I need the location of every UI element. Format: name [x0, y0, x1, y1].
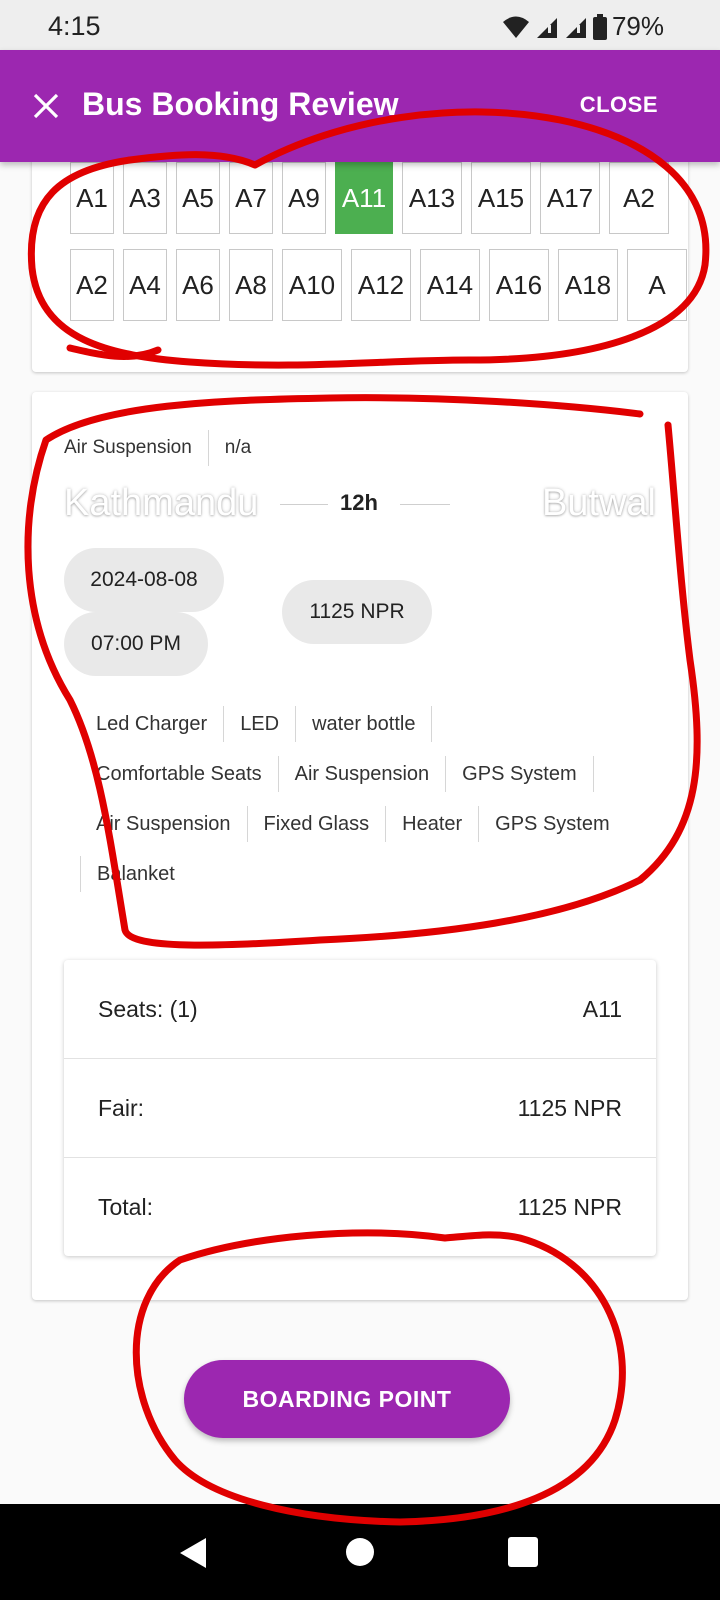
fare-value: 1125 NPR	[517, 1094, 622, 1121]
seat-button[interactable]: A17	[540, 162, 600, 234]
origin-city: Kathmandu	[64, 482, 259, 524]
seat-button[interactable]: A3	[123, 162, 167, 234]
system-nav-bar	[0, 1504, 720, 1600]
amenity-row: Comfortable Seats Air Suspension GPS Sys…	[80, 754, 594, 794]
boarding-point-button[interactable]: BOARDING POINT	[184, 1360, 510, 1438]
seat-button[interactable]: A6	[176, 249, 220, 321]
battery-percent: 79%	[611, 11, 664, 41]
amenity-row: Balanket	[80, 856, 191, 892]
route-line	[280, 504, 328, 505]
total-label: Total:	[98, 1193, 153, 1220]
close-button[interactable]: CLOSE	[580, 92, 658, 118]
seat-button[interactable]: A12	[351, 249, 411, 321]
amenity-row: Led Charger LED water bottle	[80, 704, 433, 744]
seat-button[interactable]: A7	[229, 162, 273, 234]
signal-icon	[536, 17, 557, 38]
seats-label: Seats: (1)	[98, 995, 198, 1022]
seat-button[interactable]: A2	[609, 162, 669, 234]
date-chip: 2024-08-08	[64, 548, 224, 612]
seat-button[interactable]: A4	[123, 249, 167, 321]
seat-button[interactable]: A	[627, 249, 687, 321]
amenity-row: Air Suspension Fixed Glass Heater GPS Sy…	[80, 804, 626, 844]
seat-button[interactable]: A2	[70, 249, 114, 321]
seat-grid: A1 A3 A5 A7 A9 A11 A13 A15 A17 A2 A2 A4 …	[70, 162, 687, 342]
signal-icon	[565, 17, 586, 38]
price-chip: 1125 NPR	[282, 580, 432, 644]
seat-button[interactable]: A18	[558, 249, 618, 321]
amenity-tag: GPS System	[495, 812, 610, 835]
amenity-tag: Fixed Glass	[248, 806, 387, 842]
amenity-tag: Comfortable Seats	[80, 756, 279, 792]
amenity-tag: Air Suspension	[279, 756, 447, 792]
seat-button[interactable]: A16	[489, 249, 549, 321]
amenity-tag: Led Charger	[80, 706, 225, 742]
trip-info-card: Air Suspension n/a Kathmandu 12h Butwal …	[32, 392, 688, 1300]
seat-button[interactable]: A10	[282, 249, 342, 321]
status-bar: 4:15 79%	[0, 0, 720, 50]
app-bar: Bus Booking Review CLOSE	[0, 50, 720, 162]
page-title: Bus Booking Review	[82, 86, 399, 122]
seat-button[interactable]: A5	[176, 162, 220, 234]
seat-button[interactable]: A9	[282, 162, 326, 234]
bus-feature-label: Air Suspension	[64, 437, 192, 458]
seat-button[interactable]: A15	[471, 162, 531, 234]
amenity-tag: GPS System	[446, 756, 594, 792]
seat-button[interactable]: A13	[402, 162, 462, 234]
bus-feature-label: n/a	[224, 437, 252, 458]
amenity-tag: Balanket	[97, 862, 175, 885]
amenity-tag: water bottle	[296, 706, 433, 742]
close-icon[interactable]	[32, 92, 60, 120]
trip-duration: 12h	[340, 490, 378, 515]
summary-row-fare: Fair: 1125 NPR	[64, 1059, 656, 1157]
battery-icon	[592, 13, 607, 40]
seat-map-card: A1 A3 A5 A7 A9 A11 A13 A15 A17 A2 A2 A4 …	[32, 150, 688, 372]
seat-button[interactable]: A8	[229, 249, 273, 321]
seat-button[interactable]: A14	[420, 249, 480, 321]
total-value: 1125 NPR	[517, 1193, 622, 1220]
summary-row-seats: Seats: (1) A11	[64, 960, 656, 1058]
route-line	[400, 504, 450, 505]
amenity-tag: Air Suspension	[80, 806, 248, 842]
amenity-tag: Heater	[386, 806, 480, 842]
fare-label: Fair:	[98, 1094, 144, 1121]
seats-value: A11	[582, 995, 622, 1022]
seat-button[interactable]: A1	[70, 162, 114, 234]
amenity-tag: LED	[224, 706, 297, 742]
status-icons: 79%	[502, 11, 664, 42]
bus-feature-row: Air Suspension n/a	[64, 430, 267, 466]
status-time: 4:15	[48, 11, 101, 41]
destination-city: Butwal	[541, 482, 656, 524]
back-icon[interactable]	[178, 1536, 208, 1570]
time-chip: 07:00 PM	[64, 612, 208, 676]
seat-button-selected[interactable]: A11	[335, 162, 393, 234]
wifi-icon	[502, 16, 529, 38]
summary-row-total: Total: 1125 NPR	[64, 1158, 656, 1256]
home-icon[interactable]	[346, 1538, 374, 1566]
recent-apps-icon[interactable]	[508, 1537, 538, 1567]
booking-summary: Seats: (1) A11 Fair: 1125 NPR Total: 112…	[64, 960, 656, 1256]
